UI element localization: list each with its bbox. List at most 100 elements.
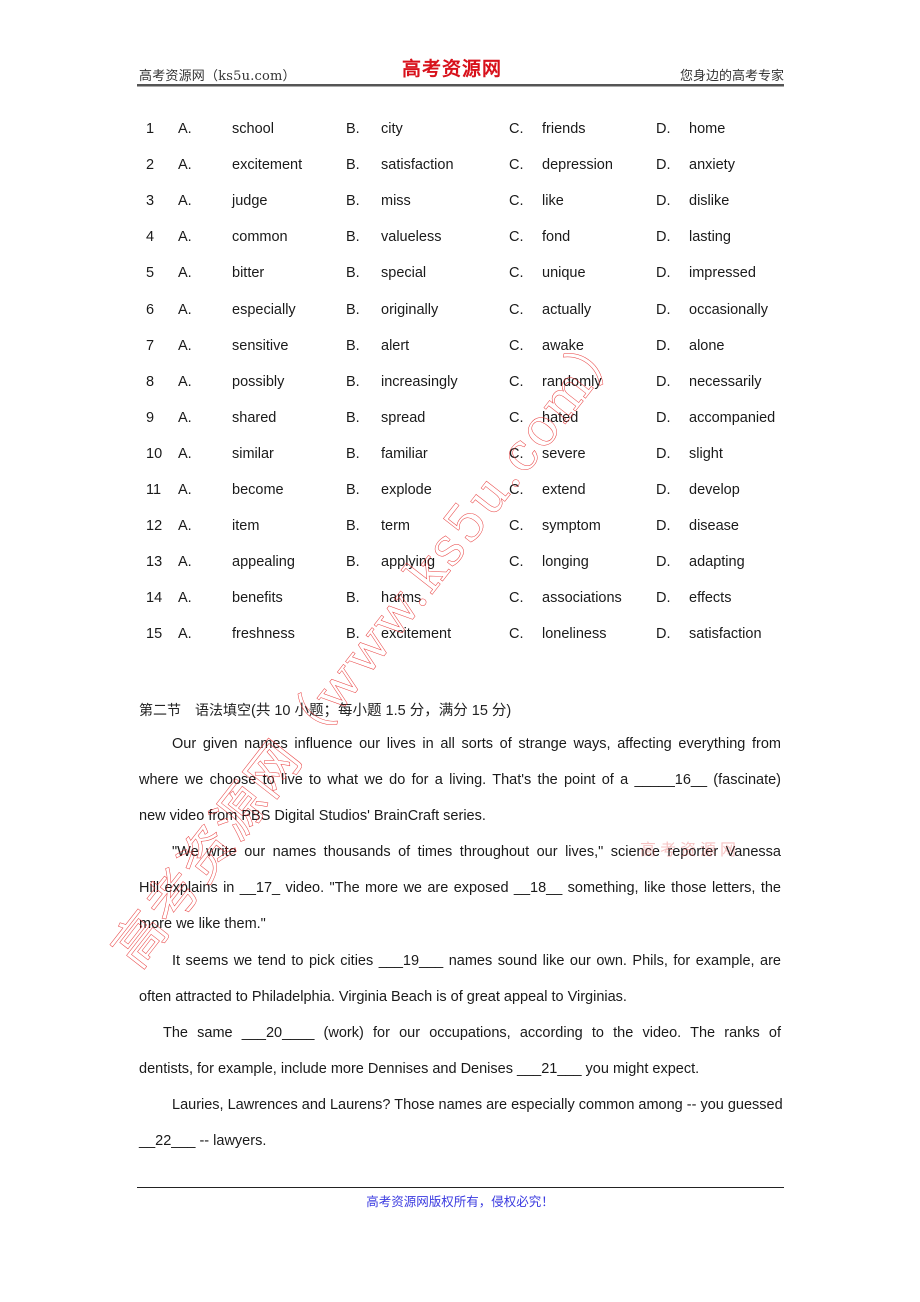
option-a: sensitive	[232, 337, 289, 354]
option-letter-d: D.	[656, 409, 671, 426]
option-letter-c: C.	[509, 373, 524, 390]
option-letter-b: B.	[346, 229, 360, 246]
section-title-meta: (共 10 小题；每小题 1.5 分，满分 15 分)	[251, 703, 512, 719]
option-letter-a: A.	[178, 482, 192, 498]
section-title: 第二节 语法填空(共 10 小题；每小题 1.5 分，满分 15 分)	[139, 699, 511, 720]
option-letter-c: C.	[509, 229, 524, 246]
option-a: judge	[232, 193, 268, 210]
option-b: explode	[381, 482, 432, 498]
option-d: occasionally	[689, 301, 768, 318]
option-c: depression	[542, 157, 613, 174]
option-letter-c: C.	[509, 157, 524, 174]
question-number: 14	[146, 590, 163, 607]
option-a: benefits	[232, 590, 283, 607]
option-d: satisfaction	[689, 626, 762, 643]
option-a: school	[232, 121, 274, 137]
header-divider	[137, 84, 784, 87]
option-letter-a: A.	[178, 229, 192, 246]
option-b: special	[381, 265, 427, 282]
option-a: bitter	[232, 265, 265, 282]
option-letter-d: D.	[656, 590, 671, 607]
option-letter-c: C.	[509, 626, 524, 643]
option-letter-a: A.	[178, 590, 192, 607]
question-number: 7	[146, 337, 155, 354]
option-a: item	[232, 518, 260, 535]
header-logo: 高考资源网	[402, 58, 503, 80]
option-letter-d: D.	[656, 482, 671, 498]
option-letter-b: B.	[346, 518, 360, 535]
option-c: fond	[542, 229, 571, 246]
option-b: satisfaction	[381, 157, 454, 174]
option-c: randomly	[542, 373, 602, 390]
question-number: 15	[146, 626, 163, 643]
passage-line: It seems we tend to pick cities ___19___…	[172, 953, 781, 969]
section-title-label: 第二节 语法填空	[139, 703, 251, 719]
option-a: become	[232, 482, 284, 498]
question-number: 11	[146, 482, 162, 498]
option-c: awake	[542, 337, 584, 354]
question-number: 10	[146, 445, 163, 462]
passage-line: more we like them."	[139, 916, 266, 932]
option-letter-a: A.	[178, 121, 192, 137]
option-b: city	[381, 121, 403, 137]
option-b: harms	[381, 590, 422, 607]
option-letter-c: C.	[509, 518, 524, 535]
question-number: 9	[146, 409, 155, 426]
footer-copyright: 高考资源网版权所有，侵权必究！	[366, 1194, 554, 1209]
option-letter-a: A.	[178, 373, 192, 390]
option-c: associations	[542, 590, 622, 607]
option-letter-d: D.	[656, 518, 671, 535]
option-letter-c: C.	[509, 445, 524, 462]
option-letter-c: C.	[509, 265, 524, 282]
option-letter-b: B.	[346, 482, 360, 498]
option-letter-b: B.	[346, 157, 360, 174]
option-d: anxiety	[689, 157, 735, 174]
option-letter-a: A.	[178, 518, 192, 535]
option-b: miss	[381, 193, 411, 210]
option-letter-b: B.	[346, 409, 360, 426]
option-b: applying	[381, 554, 436, 571]
passage-line: often attracted to Philadelphia. Virgini…	[139, 989, 627, 1005]
option-letter-d: D.	[656, 121, 671, 137]
option-a: freshness	[232, 626, 295, 643]
option-a: possibly	[232, 373, 285, 390]
option-letter-b: B.	[346, 121, 360, 137]
option-letter-b: B.	[346, 590, 360, 607]
header-site-name: 高考资源网（ks5u.com）	[139, 69, 296, 84]
option-b: excitement	[381, 626, 452, 643]
option-letter-c: C.	[509, 409, 524, 426]
option-letter-a: A.	[178, 301, 192, 318]
option-d: dislike	[689, 193, 730, 210]
option-b: originally	[381, 301, 439, 318]
header-slogan: 您身边的高考专家	[679, 69, 784, 84]
question-number: 1	[146, 121, 155, 137]
option-letter-c: C.	[509, 301, 524, 318]
option-c: extend	[542, 482, 586, 498]
option-c: loneliness	[542, 626, 607, 643]
option-letter-d: D.	[656, 265, 671, 282]
option-letter-a: A.	[178, 409, 192, 426]
option-d: accompanied	[689, 409, 776, 426]
option-letter-c: C.	[509, 482, 524, 498]
option-b: spread	[381, 409, 426, 426]
option-d: develop	[689, 482, 740, 498]
option-letter-c: C.	[509, 121, 524, 137]
passage-line: "We write our names thousands of times t…	[172, 844, 781, 860]
watermark-main: 高考资源网（www.ks5u.com）	[101, 313, 640, 979]
option-letter-d: D.	[656, 337, 671, 354]
option-letter-b: B.	[346, 554, 360, 571]
passage-line: new video from PBS Digital Studios' Brai…	[139, 808, 486, 824]
option-letter-c: C.	[509, 590, 524, 607]
option-c: friends	[542, 121, 586, 137]
option-letter-a: A.	[178, 626, 192, 643]
option-letter-d: D.	[656, 445, 671, 462]
option-a: excitement	[232, 157, 303, 174]
option-letter-b: B.	[346, 626, 360, 643]
option-d: home	[689, 121, 726, 137]
option-a: shared	[232, 409, 277, 426]
option-a: similar	[232, 445, 274, 462]
option-c: unique	[542, 265, 586, 282]
option-letter-b: B.	[346, 193, 360, 210]
option-d: impressed	[689, 265, 756, 282]
option-a: especially	[232, 301, 296, 318]
